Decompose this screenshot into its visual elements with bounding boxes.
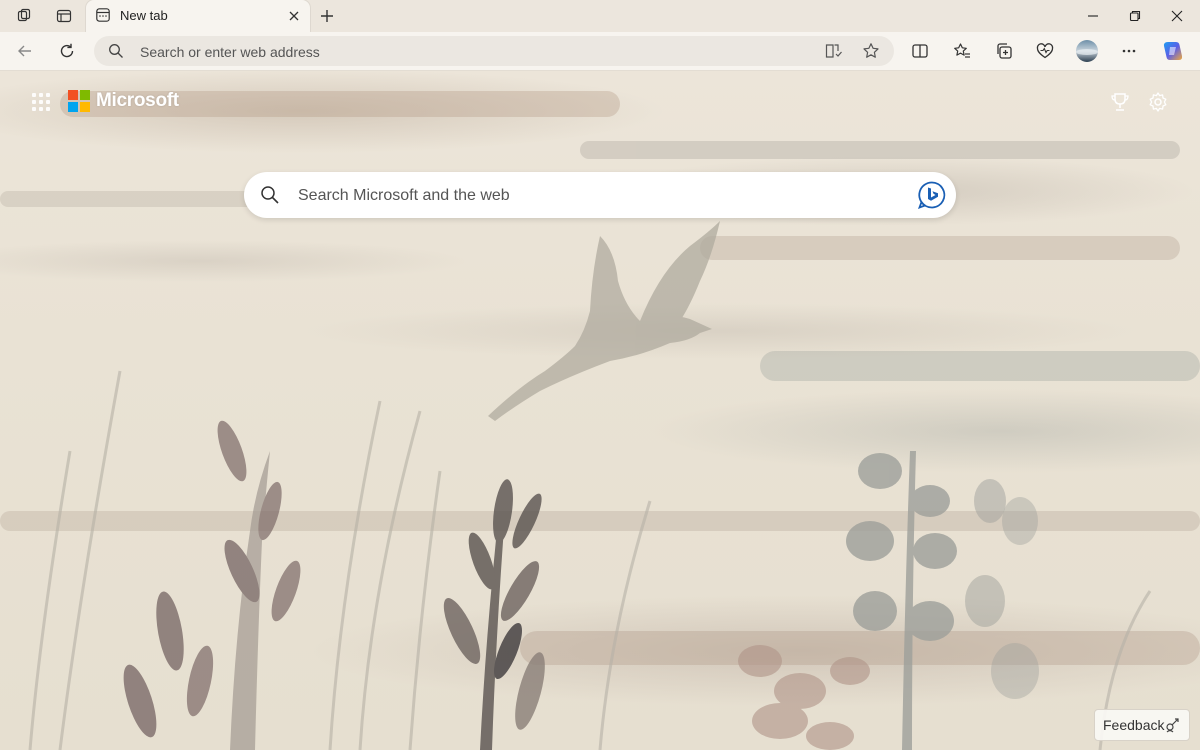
workspaces-icon[interactable] (4, 0, 44, 32)
bing-chat-icon[interactable] (916, 179, 948, 211)
split-screen-icon[interactable] (905, 36, 935, 66)
rewards-trophy-icon[interactable] (1108, 90, 1132, 114)
immersive-reader-icon[interactable] (824, 41, 844, 61)
tab-actions-icon[interactable] (44, 0, 84, 32)
search-icon (108, 43, 124, 64)
web-search-input[interactable] (296, 172, 880, 220)
new-tab-page-icon (96, 8, 110, 22)
search-icon (260, 185, 280, 210)
plants-left (123, 420, 301, 750)
tab-title: New tab (120, 8, 168, 23)
settings-gear-icon[interactable] (1146, 90, 1170, 114)
feedback-icon (1165, 717, 1181, 733)
microsoft-brand: Microsoft (96, 90, 179, 111)
web-search-box[interactable] (244, 172, 956, 220)
bird-illustration (488, 221, 720, 421)
minimize-icon[interactable] (1072, 0, 1114, 32)
collections-icon[interactable] (989, 36, 1019, 66)
feedback-button[interactable]: Feedback (1094, 709, 1190, 741)
close-tab-icon[interactable] (284, 6, 304, 26)
microsoft-logo-icon (68, 90, 90, 112)
new-tab-page: Microsoft Feedback (0, 71, 1200, 750)
new-tab-icon[interactable] (314, 4, 340, 28)
plants-right (846, 451, 1039, 750)
close-window-icon[interactable] (1156, 0, 1198, 32)
address-bar[interactable] (94, 36, 894, 68)
apps-launcher-icon[interactable] (32, 93, 50, 111)
browser-essentials-icon[interactable] (1030, 36, 1060, 66)
refresh-icon[interactable] (52, 36, 82, 66)
feedback-label: Feedback (1103, 717, 1165, 733)
tab-new-tab[interactable]: New tab (86, 0, 310, 32)
back-icon[interactable] (10, 36, 40, 66)
toolbar (0, 32, 1200, 71)
copilot-icon[interactable] (1158, 36, 1188, 66)
favorite-star-icon[interactable] (861, 41, 881, 61)
address-input[interactable] (138, 36, 802, 68)
restore-icon[interactable] (1114, 0, 1156, 32)
more-icon[interactable] (1114, 36, 1144, 66)
profile-avatar[interactable] (1072, 36, 1102, 66)
favorites-icon[interactable] (947, 36, 977, 66)
title-bar: New tab (0, 0, 1200, 32)
